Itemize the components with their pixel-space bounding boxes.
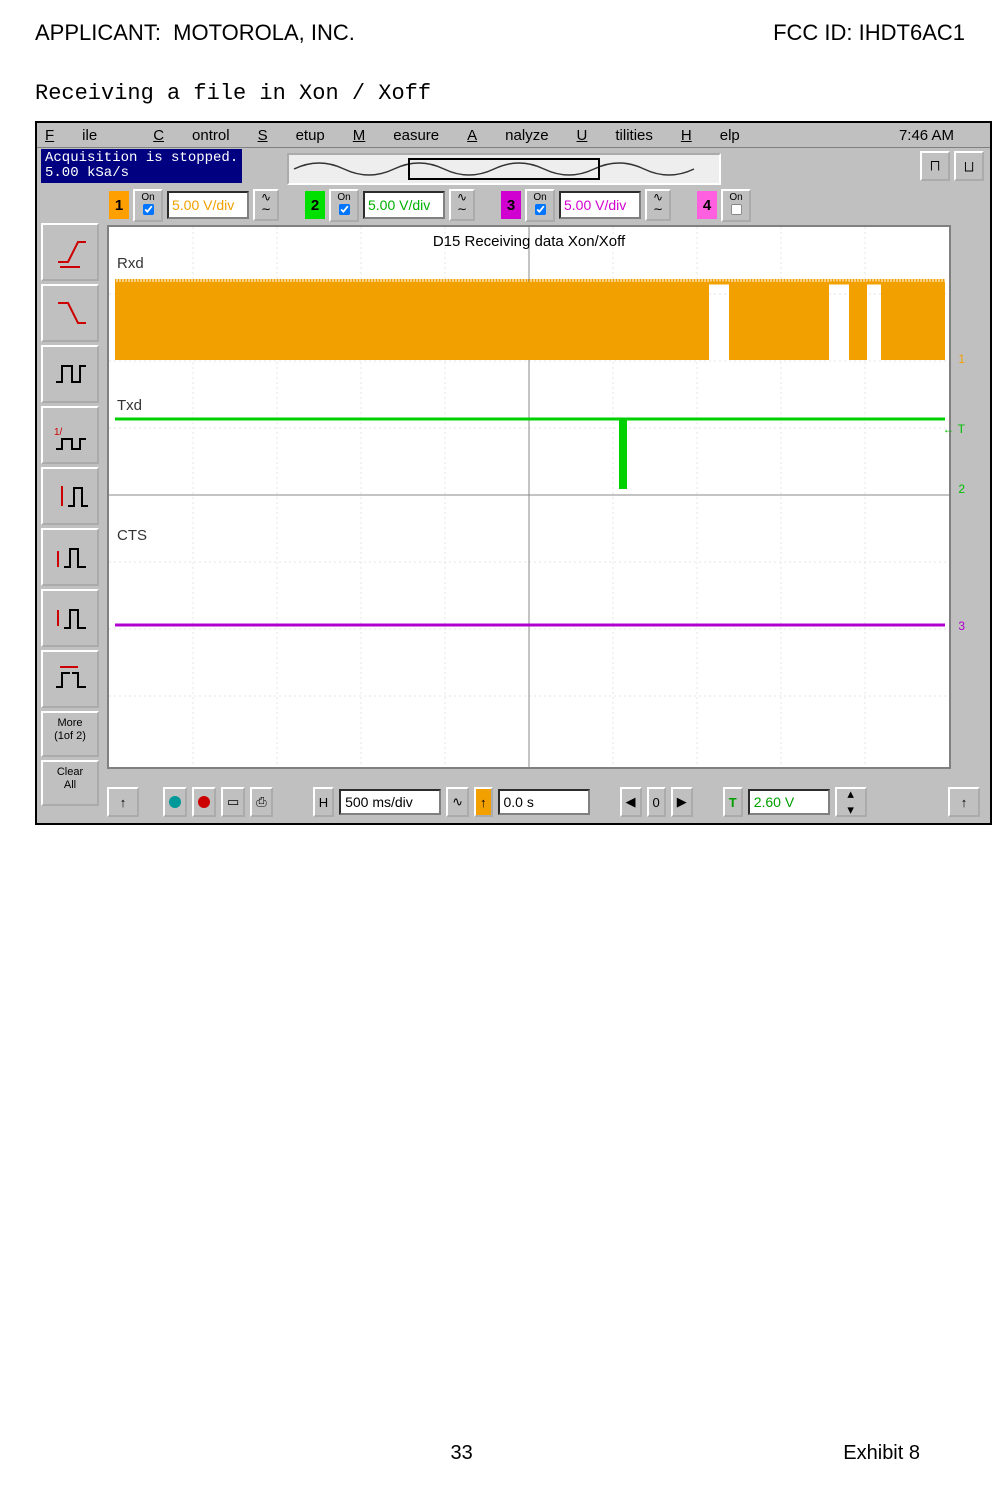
delay-left-button[interactable]: ◀	[620, 787, 642, 817]
applicant-line: APPLICANT: MOTOROLA, INC.	[35, 20, 355, 46]
svg-text:1/: 1/	[54, 427, 63, 438]
delay-tool-icon[interactable]	[41, 650, 99, 708]
txd-label: Txd	[117, 397, 142, 414]
frequency-tool-icon[interactable]: 1/	[41, 406, 99, 464]
channel-2-badge[interactable]: 2	[305, 191, 325, 219]
channel-1-scale[interactable]: 5.00 V/div	[167, 191, 249, 219]
risetime-tool-icon[interactable]	[41, 223, 99, 281]
delay-right-button[interactable]: ▶	[671, 787, 693, 817]
trigger-marker-icon: ← T	[943, 422, 965, 436]
vpp-tool-icon[interactable]	[41, 467, 99, 525]
menu-utilities[interactable]: Utilities	[577, 127, 653, 144]
channel-controls: 1 On 5.00 V/div ∿∼ 2 On 5.00 V/div ∿∼ 3 …	[109, 189, 980, 221]
channel-4-enable[interactable]: On	[721, 189, 751, 222]
falltime-tool-icon[interactable]	[41, 284, 99, 342]
exhibit-label: Exhibit 8	[843, 1442, 920, 1465]
rxd-label: Rxd	[117, 255, 144, 272]
trigger-level-readout[interactable]: 2.60 V	[748, 789, 830, 815]
channel-1-coupling-icon[interactable]: ∿∼	[253, 189, 279, 221]
channel-3-coupling-icon[interactable]: ∿∼	[645, 189, 671, 221]
delay-ref-icon[interactable]: ↑	[474, 787, 493, 817]
measure-toolbar: 1/ More (1of 2) Clear All	[41, 223, 99, 806]
ch3-ground-marker-icon: 3	[958, 619, 965, 633]
edge-mode-icon[interactable]: ⨆	[954, 151, 984, 181]
menubar: File Control Setup Measure Analyze Utili…	[37, 123, 990, 148]
timebase-readout[interactable]: 500 ms/div	[339, 789, 441, 815]
channel-3-scale[interactable]: 5.00 V/div	[559, 191, 641, 219]
horizontal-controls: ↑ ▭ ⎙ H 500 ms/div ∿ ↑ 0.0 s ◀ 0 ▶ T 2.6…	[107, 787, 980, 817]
delay-mode-icon[interactable]: ∿	[446, 787, 469, 817]
scroll-up-right-icon[interactable]: ↑	[948, 787, 980, 817]
clock: 7:46 AM	[899, 127, 954, 144]
clear-all-button[interactable]: Clear All	[41, 760, 99, 806]
channel-2-scale[interactable]: 5.00 V/div	[363, 191, 445, 219]
vmax-tool-icon[interactable]	[41, 589, 99, 647]
channel-3-badge[interactable]: 3	[501, 191, 521, 219]
delay-zero-button[interactable]: 0	[647, 787, 666, 817]
channel-2-coupling-icon[interactable]: ∿∼	[449, 189, 475, 221]
menu-analyze[interactable]: Analyze	[467, 127, 548, 144]
run-button-icon[interactable]	[163, 787, 187, 817]
fcc-line: FCC ID: IHDT6AC1	[773, 20, 965, 46]
menu-file[interactable]: File	[45, 127, 125, 144]
waveform-display: D15 Receiving data Xon/Xoff Rxd Txd CTS …	[107, 225, 951, 769]
cts-label: CTS	[117, 527, 147, 544]
menu-help[interactable]: Help	[681, 127, 740, 144]
menu-control[interactable]: Control	[153, 127, 229, 144]
pulse-mode-icon[interactable]: ⨅	[920, 151, 950, 181]
channel-1-badge[interactable]: 1	[109, 191, 129, 219]
print-button-icon[interactable]: ⎙	[250, 787, 272, 817]
period-tool-icon[interactable]	[41, 345, 99, 403]
trigger-spin-icon[interactable]: ▴▾	[835, 787, 867, 817]
ch2-ground-marker-icon: 2	[958, 482, 965, 496]
acquisition-status: Acquisition is stopped.5.00 kSa/s	[41, 149, 242, 183]
oscilloscope-window: File Control Setup Measure Analyze Utili…	[35, 121, 992, 825]
trigger-button[interactable]: T	[723, 787, 743, 817]
menu-measure[interactable]: Measure	[353, 127, 439, 144]
more-tools-button[interactable]: More (1of 2)	[41, 711, 99, 757]
scroll-up-icon[interactable]: ↑	[107, 787, 139, 817]
vmin-tool-icon[interactable]	[41, 528, 99, 586]
horizontal-preview[interactable]	[287, 153, 721, 185]
timebase-button[interactable]: H	[313, 787, 334, 817]
graph-title: D15 Receiving data Xon/Xoff	[109, 233, 949, 250]
channel-1-enable[interactable]: On	[133, 189, 163, 222]
channel-4-badge[interactable]: 4	[697, 191, 717, 219]
page-number: 33	[451, 1442, 473, 1465]
stop-button-icon[interactable]	[192, 787, 216, 817]
subtitle: Receiving a file in Xon / Xoff	[35, 81, 965, 106]
channel-2-enable[interactable]: On	[329, 189, 359, 222]
menu-setup[interactable]: Setup	[258, 127, 325, 144]
ch1-ground-marker-icon: 1	[958, 352, 965, 366]
single-button-icon[interactable]: ▭	[221, 787, 245, 817]
channel-3-enable[interactable]: On	[525, 189, 555, 222]
delay-readout[interactable]: 0.0 s	[498, 789, 590, 815]
